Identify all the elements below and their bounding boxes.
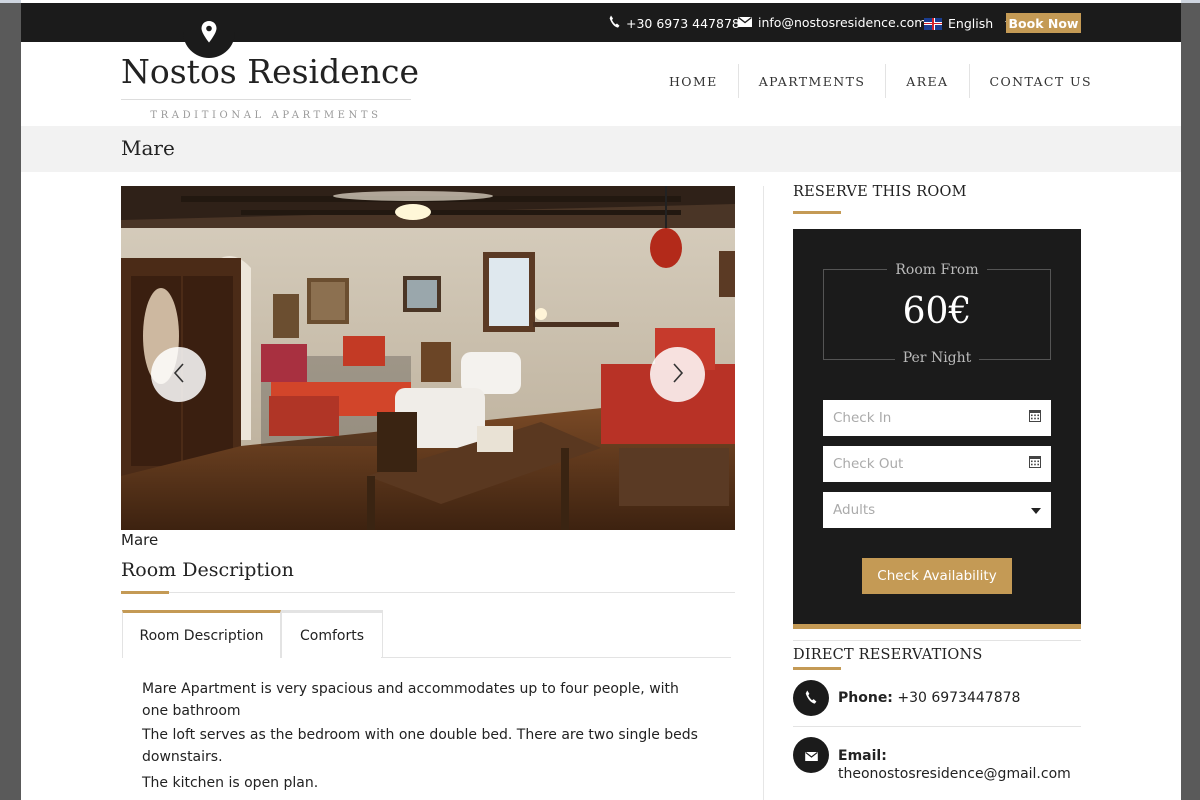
language-selector[interactable]: English bbox=[924, 16, 1014, 31]
column-divider bbox=[763, 186, 764, 800]
reserve-heading: RESERVE THIS ROOM bbox=[793, 184, 967, 200]
room-price: 60€ bbox=[902, 291, 972, 332]
uk-flag-icon bbox=[924, 17, 942, 30]
direct-reservations-heading: DIRECT RESERVATIONS bbox=[793, 647, 983, 663]
phone-label: Phone: bbox=[838, 690, 893, 706]
room-description-heading: Room Description bbox=[121, 559, 294, 581]
room-photo bbox=[121, 186, 735, 530]
tab-comforts[interactable]: Comforts bbox=[281, 610, 383, 658]
envelope-icon bbox=[804, 746, 818, 765]
sidebar-divider bbox=[793, 640, 1081, 641]
tab-baseline bbox=[381, 657, 731, 658]
location-pin-badge bbox=[183, 10, 235, 58]
reserve-panel: Room From 60€ Per Night Check In Check O… bbox=[793, 229, 1081, 629]
phone-value: +30 6973447878 bbox=[897, 690, 1021, 706]
logo-subtitle: TRADITIONAL APARTMENTS bbox=[150, 110, 382, 121]
language-label: English bbox=[948, 16, 994, 31]
direct-accent-line bbox=[793, 667, 841, 670]
contact-phone[interactable]: Phone: +30 6973447878 bbox=[838, 690, 1020, 706]
top-phone[interactable]: +30 6973 447878 bbox=[609, 15, 740, 31]
book-now-button[interactable]: Book Now bbox=[1006, 13, 1081, 33]
nav-area[interactable]: AREA bbox=[886, 64, 970, 98]
section-accent-line bbox=[121, 591, 169, 594]
chevron-right-icon bbox=[672, 362, 684, 387]
photo-caption: Mare bbox=[121, 531, 159, 549]
map-pin-icon bbox=[201, 21, 217, 47]
calendar-icon bbox=[1029, 410, 1041, 426]
slider-next-button[interactable] bbox=[650, 347, 705, 402]
check-in-placeholder: Check In bbox=[833, 410, 892, 426]
phone-icon bbox=[805, 689, 817, 708]
page: +30 6973 447878 info@nostosresidence.com… bbox=[21, 0, 1181, 800]
top-phone-text: +30 6973 447878 bbox=[626, 15, 740, 31]
main-nav: HOME APARTMENTS AREA CONTACT US bbox=[649, 64, 1112, 98]
nav-contact-us[interactable]: CONTACT US bbox=[970, 64, 1112, 98]
adults-select[interactable]: Adults bbox=[823, 492, 1051, 528]
check-out-placeholder: Check Out bbox=[833, 456, 904, 472]
page-title-bar bbox=[21, 126, 1181, 172]
per-night-label: Per Night bbox=[793, 350, 1081, 366]
caret-down-icon bbox=[1031, 502, 1041, 518]
adults-placeholder: Adults bbox=[833, 502, 876, 518]
description-paragraph: The loft serves as the bedroom with one … bbox=[142, 727, 698, 765]
nav-home[interactable]: HOME bbox=[649, 64, 739, 98]
check-in-field[interactable]: Check In bbox=[823, 400, 1051, 436]
description-paragraph: Mare Apartment is very spacious and acco… bbox=[142, 681, 679, 719]
email-icon-badge bbox=[793, 737, 829, 773]
top-email-text: info@nostosresidence.com bbox=[758, 15, 927, 30]
nav-apartments[interactable]: APARTMENTS bbox=[739, 64, 887, 98]
tab-room-description[interactable]: Room Description bbox=[122, 610, 281, 658]
top-email[interactable]: info@nostosresidence.com bbox=[738, 15, 926, 30]
phone-icon-badge bbox=[793, 680, 829, 716]
calendar-icon bbox=[1029, 456, 1041, 472]
contact-divider bbox=[793, 726, 1081, 727]
check-out-field[interactable]: Check Out bbox=[823, 446, 1051, 482]
logo-title[interactable]: Nostos Residence bbox=[121, 52, 419, 91]
email-label: Email: bbox=[838, 748, 887, 764]
room-photo-slider[interactable] bbox=[121, 186, 735, 530]
check-availability-button[interactable]: Check Availability bbox=[862, 558, 1012, 594]
section-divider bbox=[121, 592, 735, 593]
description-paragraph: The kitchen is open plan. bbox=[142, 775, 319, 791]
contact-email[interactable]: Email: theonostosresidence@gmail.com bbox=[838, 747, 1071, 783]
chevron-left-icon bbox=[173, 362, 185, 387]
envelope-icon bbox=[738, 15, 752, 30]
slider-prev-button[interactable] bbox=[151, 347, 206, 402]
email-value: theonostosresidence@gmail.com bbox=[838, 766, 1071, 782]
reserve-accent-line bbox=[793, 211, 841, 214]
room-from-label: Room From bbox=[793, 262, 1081, 278]
phone-icon bbox=[609, 15, 620, 31]
logo-divider bbox=[121, 99, 411, 100]
page-title: Mare bbox=[121, 136, 175, 160]
